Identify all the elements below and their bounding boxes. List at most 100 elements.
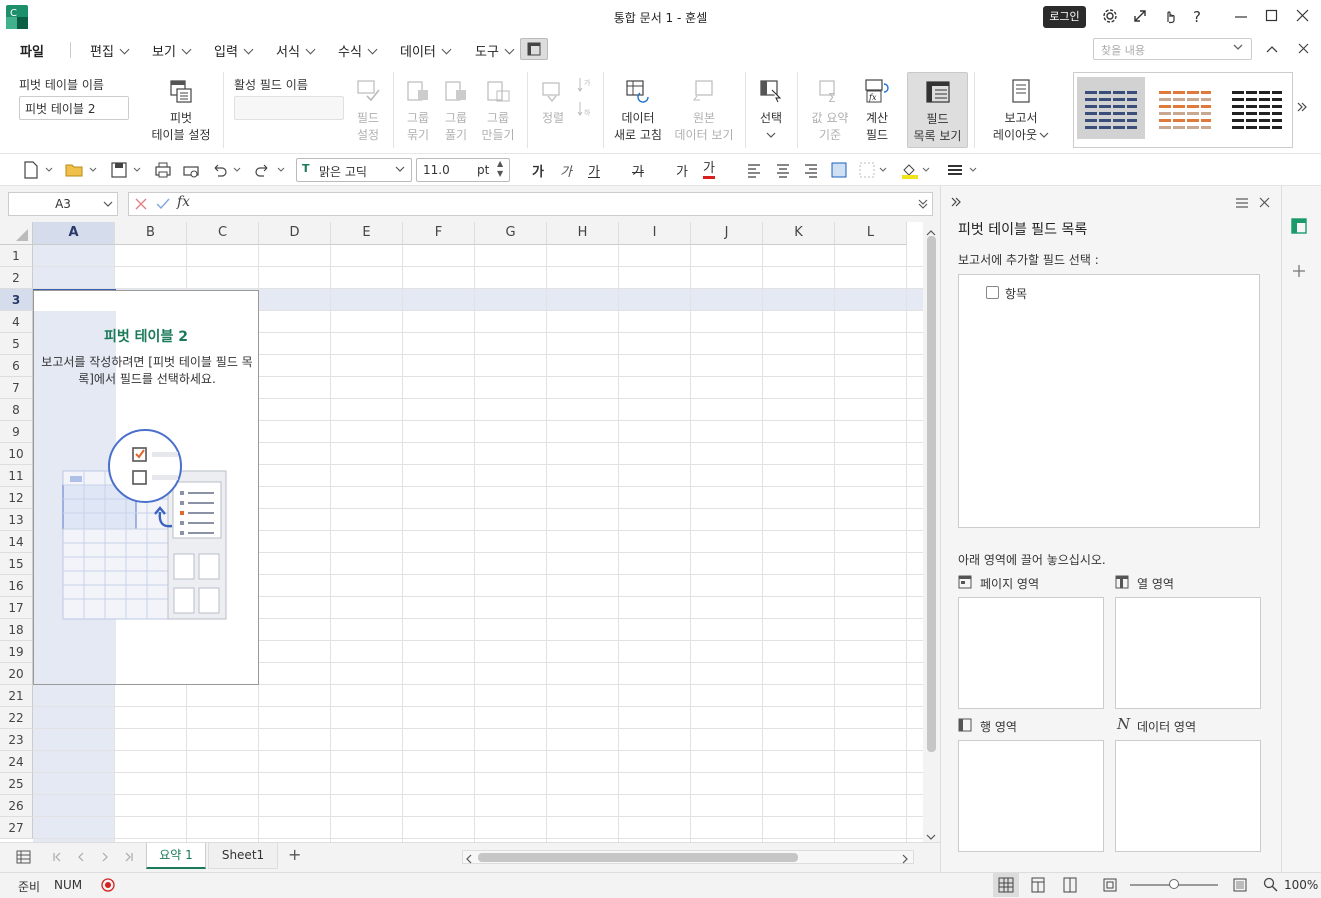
sheet-list-icon[interactable] — [16, 850, 32, 867]
pivot-field-list-tab-icon[interactable] — [1291, 218, 1307, 237]
macro-record-icon[interactable] — [100, 877, 116, 896]
bold-button[interactable]: 가 — [532, 161, 544, 180]
row-header[interactable]: 24 — [0, 751, 33, 773]
row-header[interactable]: 8 — [0, 399, 33, 421]
row-header[interactable]: 12 — [0, 487, 33, 509]
undo-icon[interactable] — [210, 160, 246, 180]
scroll-right-icon[interactable] — [901, 853, 909, 867]
field-list-toggle-button[interactable]: 필드 목록 보기 — [907, 72, 968, 148]
horizontal-scroll-thumb[interactable] — [478, 853, 798, 862]
vertical-scroll-thumb[interactable] — [927, 236, 936, 752]
column-header[interactable]: I — [619, 222, 691, 245]
font-family-select[interactable]: T 맑은 고딕 — [296, 158, 412, 182]
column-header[interactable]: E — [331, 222, 403, 245]
pivot-context-tab[interactable] — [520, 38, 548, 60]
active-field-input[interactable] — [234, 96, 344, 120]
row-header[interactable]: 14 — [0, 531, 33, 553]
row-header[interactable]: 21 — [0, 685, 33, 707]
line-style-icon[interactable] — [946, 160, 980, 180]
pivot-style-option[interactable] — [1077, 77, 1145, 139]
menu-formula[interactable]: 수식 — [338, 41, 378, 60]
print-preview-icon[interactable] — [182, 160, 200, 180]
select-button[interactable]: 선택 — [752, 78, 790, 144]
strikethrough-button[interactable]: 가 — [632, 161, 644, 180]
column-header[interactable]: D — [259, 222, 331, 245]
touch-mode-icon[interactable] — [1162, 8, 1180, 26]
row-header[interactable]: 9 — [0, 421, 33, 443]
page-layout-view-icon[interactable] — [1030, 877, 1046, 896]
redo-icon[interactable] — [254, 160, 290, 180]
font-color-button[interactable]: 가 — [703, 161, 715, 179]
save-icon[interactable] — [110, 160, 146, 180]
menu-tools[interactable]: 도구 — [475, 41, 515, 60]
row-header[interactable]: 17 — [0, 597, 33, 619]
collapse-ribbon-icon[interactable] — [1266, 43, 1278, 57]
open-folder-icon[interactable] — [64, 160, 100, 180]
underline-button[interactable]: 가 — [588, 161, 600, 180]
row-header[interactable]: 2 — [0, 267, 33, 289]
close-panel-icon[interactable] — [1259, 197, 1270, 211]
align-right-icon[interactable] — [803, 160, 819, 180]
first-sheet-icon[interactable] — [52, 851, 62, 866]
sheet-tab-summary[interactable]: 요약 1 — [146, 843, 206, 869]
row-header[interactable]: 23 — [0, 729, 33, 751]
column-header[interactable]: C — [187, 222, 259, 245]
column-header[interactable]: F — [403, 222, 475, 245]
settings-icon[interactable] — [1102, 8, 1120, 26]
row-header[interactable]: 25 — [0, 773, 33, 795]
zoom-page-icon[interactable] — [1232, 877, 1248, 896]
close-document-icon[interactable] — [1298, 43, 1309, 57]
menu-file[interactable]: 파일 — [20, 41, 44, 60]
zoom-fit-icon[interactable] — [1102, 877, 1118, 896]
report-layout-button[interactable]: 보고서 레이아웃 — [990, 78, 1052, 144]
menu-view[interactable]: 보기 — [152, 41, 192, 60]
name-box[interactable]: A3 — [8, 192, 118, 216]
row-area-drop[interactable] — [958, 740, 1104, 852]
panel-menu-icon[interactable] — [1235, 197, 1249, 212]
group-make-button[interactable]: 그룹 만들기 — [480, 78, 516, 144]
menu-format[interactable]: 서식 — [276, 41, 316, 60]
row-header[interactable]: 3 — [0, 289, 33, 311]
row-header[interactable]: 16 — [0, 575, 33, 597]
normal-view-button[interactable] — [993, 873, 1019, 897]
column-header[interactable]: K — [763, 222, 835, 245]
row-header[interactable]: 27 — [0, 817, 33, 839]
value-basis-button[interactable]: Σ 값 요약 기준 — [806, 78, 854, 144]
shadow-button[interactable]: 가 — [676, 161, 688, 180]
calculated-field-button[interactable]: fx 계산 필드 — [858, 78, 896, 144]
zoom-slider-knob[interactable] — [1169, 879, 1179, 889]
column-header[interactable]: L — [835, 222, 907, 245]
scroll-left-icon[interactable] — [465, 853, 473, 867]
sheet-tab-sheet1[interactable]: Sheet1 — [208, 843, 278, 869]
print-icon[interactable] — [154, 160, 172, 180]
help-icon[interactable]: ? — [1193, 8, 1211, 26]
add-sheet-button[interactable]: + — [288, 845, 301, 864]
field-settings-button[interactable]: 필드 설정 — [350, 78, 386, 144]
column-header[interactable]: H — [547, 222, 619, 245]
row-header[interactable]: 5 — [0, 333, 33, 355]
row-header[interactable]: 13 — [0, 509, 33, 531]
row-header[interactable]: 6 — [0, 355, 33, 377]
font-size-input[interactable]: 11.0 pt ▲ ▼ — [416, 158, 510, 182]
column-header[interactable]: J — [691, 222, 763, 245]
row-header[interactable]: 7 — [0, 377, 33, 399]
row-header[interactable]: 22 — [0, 707, 33, 729]
expand-gallery-icon[interactable] — [1296, 101, 1308, 116]
merge-cells-icon[interactable] — [830, 160, 848, 180]
sort-desc-icon[interactable]: 하 — [576, 100, 592, 121]
sort-button[interactable]: 정렬 — [536, 78, 570, 127]
page-break-view-icon[interactable] — [1062, 877, 1078, 896]
row-header[interactable]: 20 — [0, 663, 33, 685]
row-header[interactable]: 10 — [0, 443, 33, 465]
column-header[interactable]: B — [115, 222, 187, 245]
row-header[interactable]: 4 — [0, 311, 33, 333]
column-header[interactable]: A — [33, 222, 115, 245]
refresh-data-button[interactable]: 데이터 새로 고침 — [612, 78, 664, 144]
pivot-style-gallery[interactable] — [1073, 72, 1293, 148]
group-collapse-button[interactable]: 그룹 묶기 — [402, 78, 434, 144]
pivot-settings-button[interactable]: 피벗 테이블 설정 — [150, 78, 212, 144]
find-input[interactable]: 찾을 내용 — [1093, 38, 1252, 60]
align-left-icon[interactable] — [746, 160, 762, 180]
last-sheet-icon[interactable] — [124, 851, 134, 866]
prev-sheet-icon[interactable] — [76, 851, 86, 866]
